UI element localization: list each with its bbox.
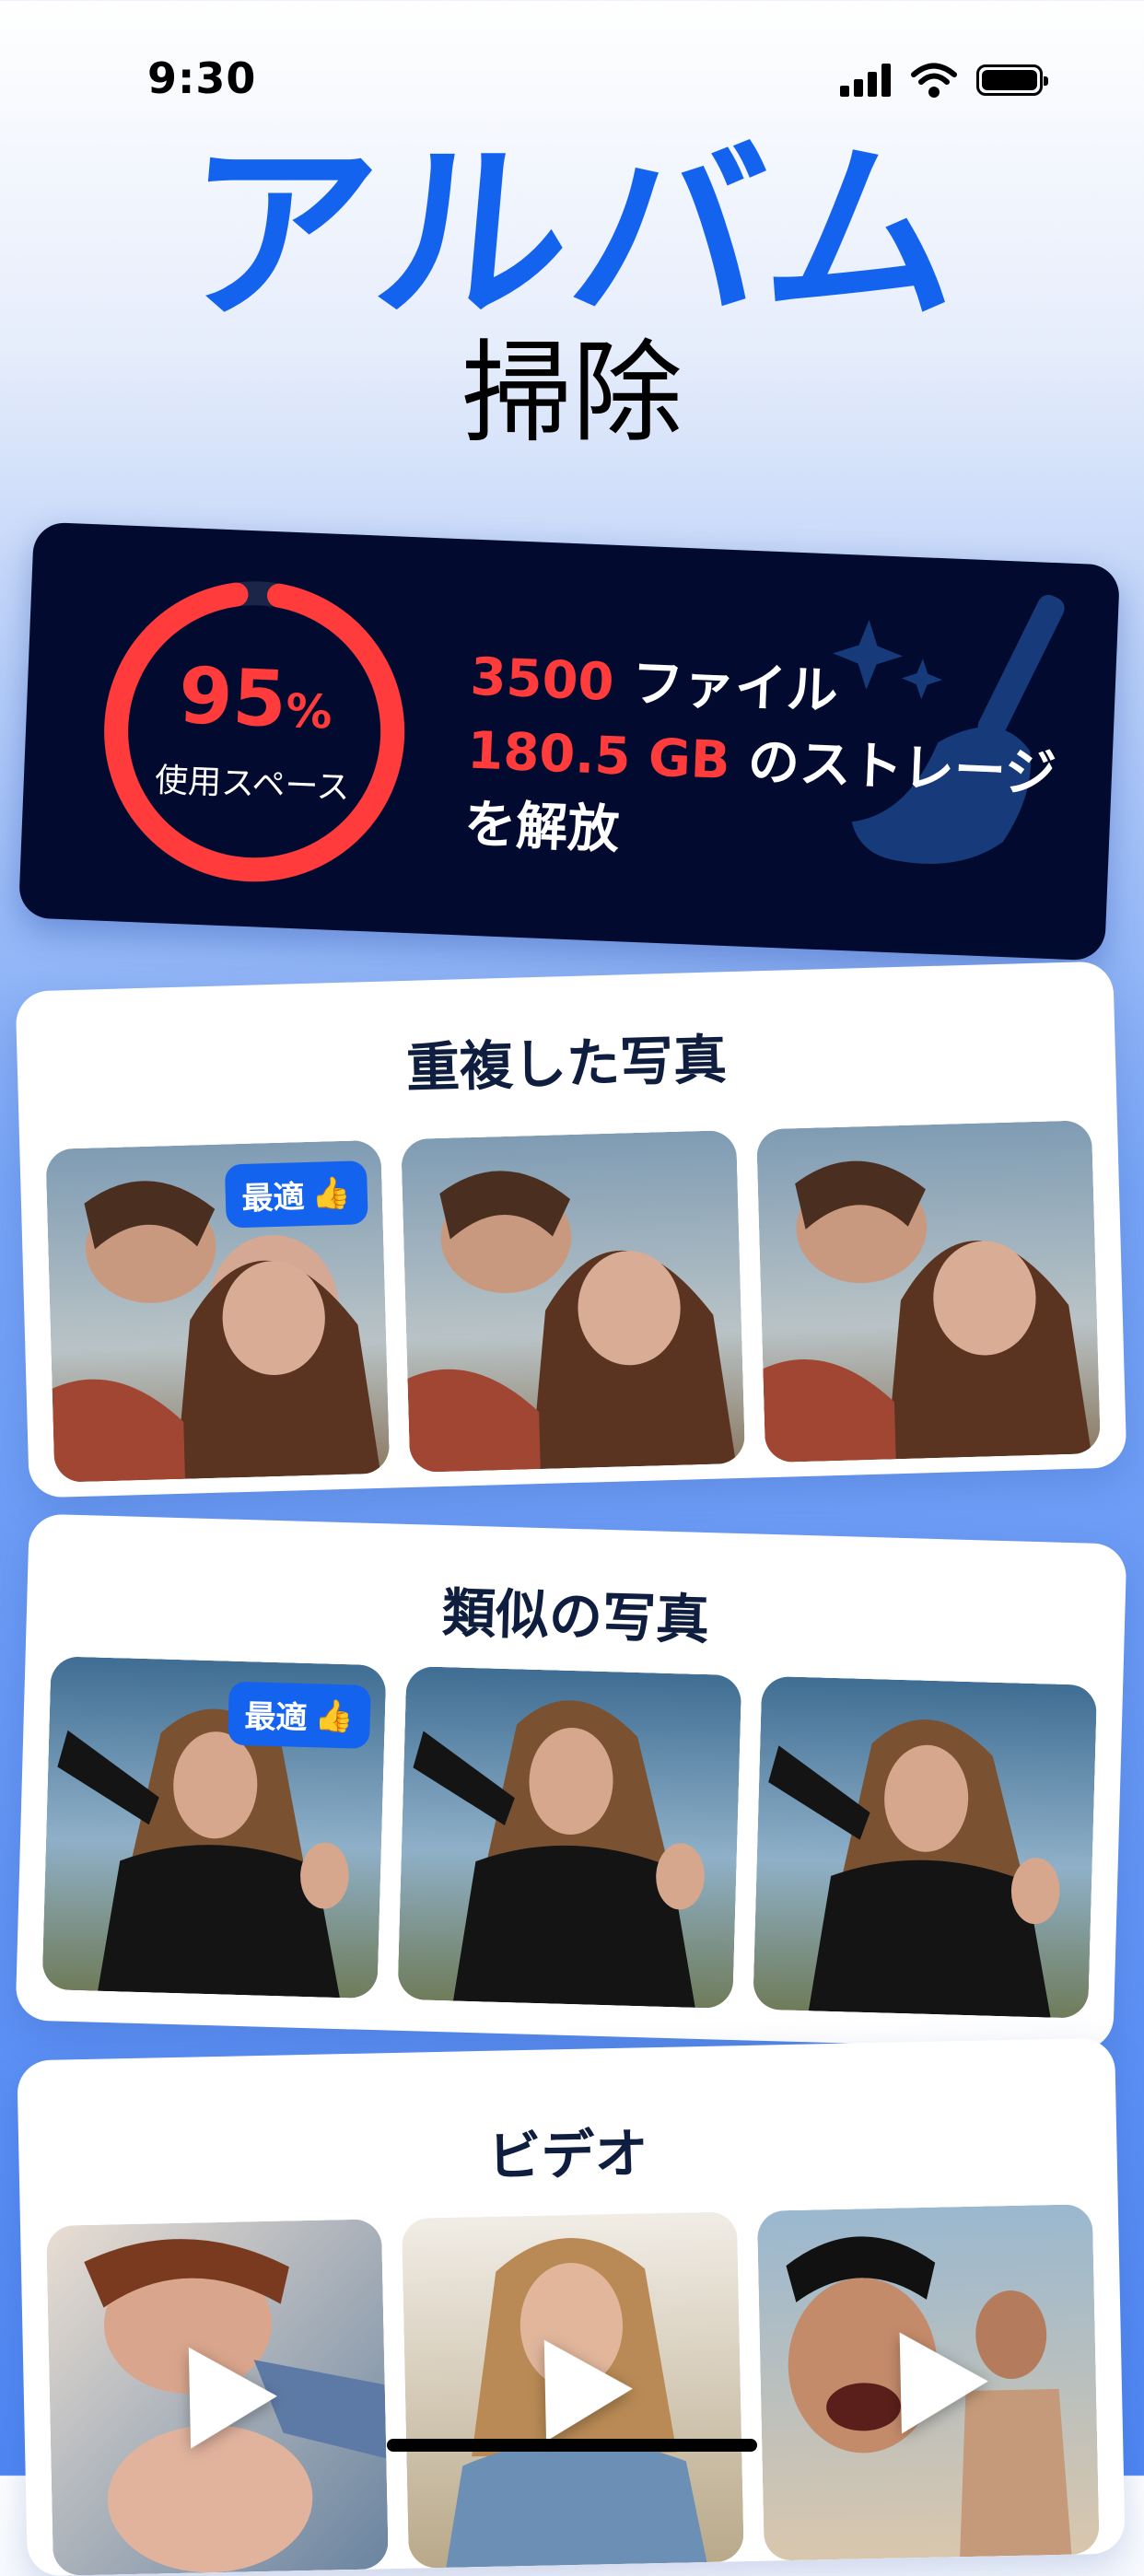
best-badge-label: 最適 xyxy=(243,1698,309,1737)
thumbs-up-icon: 👍 xyxy=(314,1696,355,1735)
videos-thumbnails xyxy=(46,2204,1100,2576)
signal-icon xyxy=(840,64,891,97)
files-count: 3500 xyxy=(469,647,615,713)
similar-photo-1[interactable]: 最適 👍 xyxy=(41,1656,387,1999)
storage-percent: 95% xyxy=(98,650,414,745)
videos-card[interactable]: ビデオ xyxy=(17,2037,1126,2576)
similar-photo-3[interactable] xyxy=(753,1675,1098,2019)
video-2[interactable] xyxy=(401,2211,744,2569)
thumbs-up-icon: 👍 xyxy=(310,1174,352,1213)
app-title: アルバム xyxy=(172,122,972,347)
photo-image xyxy=(401,1129,746,1473)
duplicate-photos-title: 重複した写真 xyxy=(405,1028,728,1100)
play-icon[interactable] xyxy=(188,2345,279,2449)
similar-photo-2[interactable] xyxy=(397,1665,742,2009)
duplicate-photo-1[interactable]: 最適 👍 xyxy=(45,1139,391,1483)
size-label: のストレージ xyxy=(729,731,1057,805)
battery-icon xyxy=(976,64,1048,96)
video-3[interactable] xyxy=(756,2204,1100,2561)
duplicate-photos-thumbnails: 最適 👍 xyxy=(45,1120,1102,1483)
storage-summary: 3500 ファイル 180.5 GB のストレージ を解放 xyxy=(463,641,1061,885)
photo-image xyxy=(753,1675,1098,2019)
similar-photos-card[interactable]: 類似の写真 最適 👍 xyxy=(15,1513,1127,2051)
videos-title: ビデオ xyxy=(486,2122,649,2188)
photo-image xyxy=(397,1665,742,2009)
duplicate-photo-3[interactable] xyxy=(756,1120,1102,1463)
storage-card[interactable]: 95% 使用スペース 3500 ファイル 180.5 GB のストレージ を解放 xyxy=(18,521,1121,962)
status-icons xyxy=(840,63,1048,98)
duplicate-photos-card[interactable]: 重複した写真 最適 👍 xyxy=(15,961,1127,1498)
similar-photos-title: 類似の写真 xyxy=(441,1581,710,1652)
app-subtitle: 掃除 xyxy=(461,330,683,458)
best-badge-label: 最適 xyxy=(241,1179,306,1218)
wifi-icon xyxy=(911,63,957,98)
home-indicator[interactable] xyxy=(387,2439,757,2452)
play-icon[interactable] xyxy=(899,2330,989,2434)
similar-photos-thumbnails: 最適 👍 xyxy=(41,1656,1098,2019)
size-value: 180.5 GB xyxy=(466,720,731,791)
photo-image xyxy=(756,1120,1102,1463)
storage-percent-value: 95 xyxy=(177,649,288,745)
files-label: ファイル xyxy=(613,652,840,722)
best-badge: 最適 👍 xyxy=(224,1160,368,1229)
status-time: 9:30 xyxy=(147,53,257,103)
best-badge: 最適 👍 xyxy=(227,1681,371,1749)
storage-ring: 95% 使用スペース xyxy=(91,569,416,894)
storage-percent-sign: % xyxy=(285,683,333,740)
video-1[interactable] xyxy=(46,2219,389,2576)
duplicate-photo-2[interactable] xyxy=(401,1129,746,1473)
play-icon[interactable] xyxy=(543,2337,635,2442)
